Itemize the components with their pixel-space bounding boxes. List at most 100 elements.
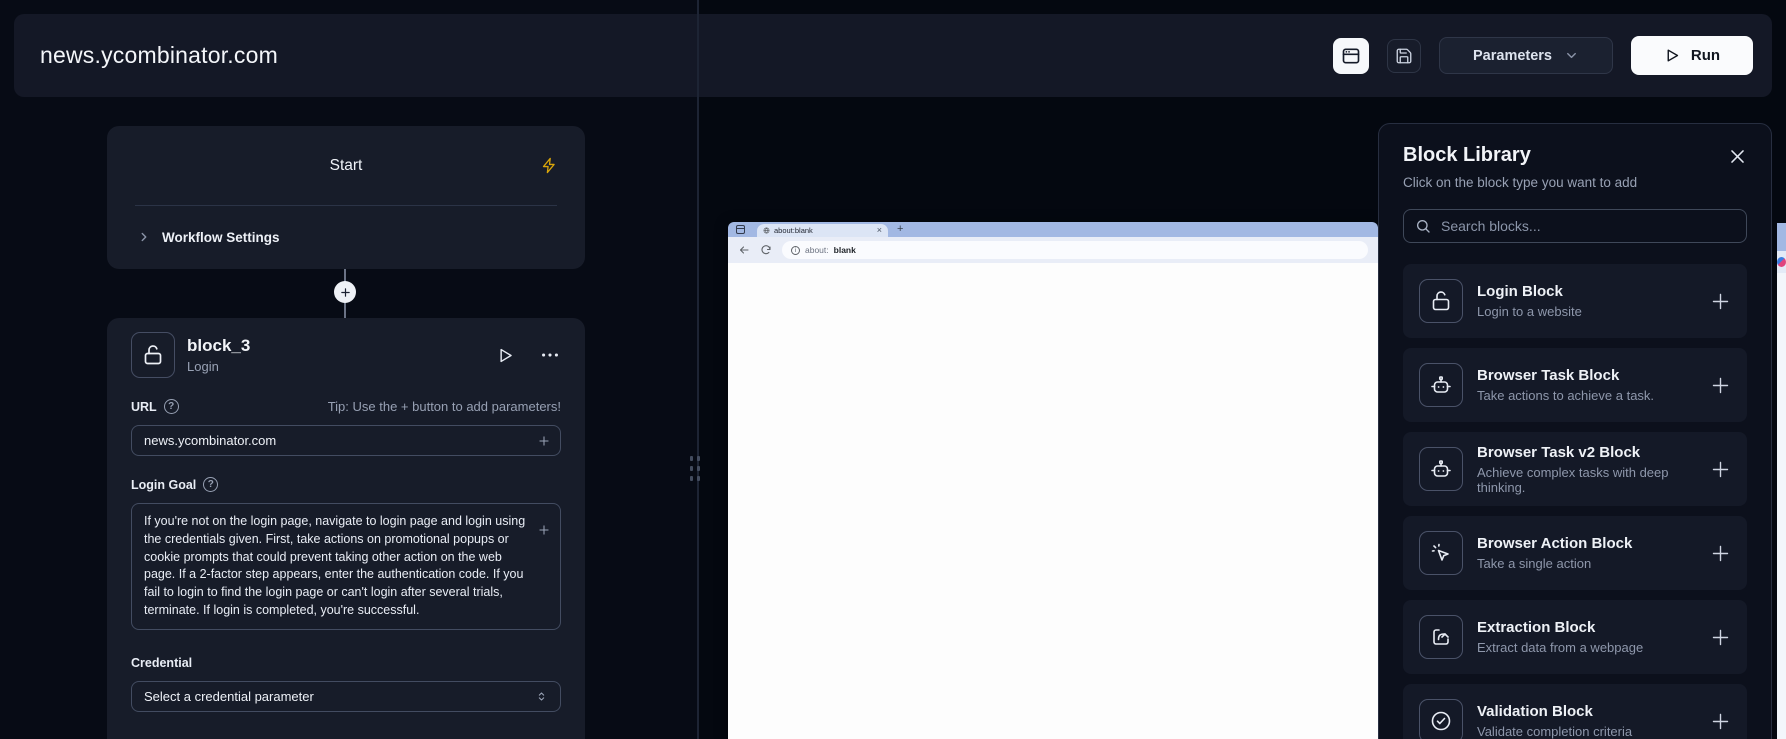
- run-block-button[interactable]: [496, 346, 515, 365]
- credential-select-value: Select a credential parameter: [144, 689, 314, 704]
- close-panel-button[interactable]: [1728, 144, 1747, 166]
- add-block-button[interactable]: [1710, 627, 1731, 648]
- library-item-description: Extract data from a webpage: [1477, 640, 1643, 655]
- library-item-browser-task-block[interactable]: Browser Task Block Take actions to achie…: [1403, 348, 1747, 422]
- block-type-label: Login: [187, 359, 250, 374]
- add-parameter-button[interactable]: [537, 523, 551, 537]
- back-icon: [738, 244, 750, 256]
- close-tab-icon: ×: [877, 226, 882, 235]
- login-goal-label: Login Goal: [131, 478, 196, 492]
- favicon-fragment: [1777, 251, 1786, 273]
- tab-title: about:blank: [774, 226, 873, 235]
- library-item-login-block[interactable]: Login Block Login to a website: [1403, 264, 1747, 338]
- search-icon: [1415, 218, 1431, 234]
- address-url-prefix: about:: [805, 245, 829, 255]
- robot-icon: [1419, 363, 1463, 407]
- start-node[interactable]: Start Workflow Settings: [107, 126, 585, 269]
- library-item-title: Extraction Block: [1477, 619, 1643, 636]
- goal-input-wrap: If you're not on the login page, navigat…: [131, 503, 561, 635]
- credential-select[interactable]: Select a credential parameter: [131, 681, 561, 712]
- add-block-connector-button[interactable]: [334, 281, 356, 303]
- add-block-button[interactable]: [1710, 459, 1731, 480]
- chevron-down-icon: [1564, 48, 1579, 63]
- start-node-title: Start: [330, 157, 363, 175]
- browser-preview[interactable]: about:blank × + i about: blank: [728, 222, 1378, 739]
- url-label: URL: [131, 400, 157, 414]
- run-button-label: Run: [1691, 47, 1720, 64]
- login-block-node[interactable]: block_3 Login URL ? Tip: Use the + butto…: [107, 318, 585, 739]
- library-item-browser-task-v2-block[interactable]: Browser Task v2 Block Achieve complex ta…: [1403, 432, 1747, 506]
- block-menu-button[interactable]: [539, 344, 561, 366]
- run-button[interactable]: Run: [1631, 36, 1753, 75]
- window-icon: [736, 225, 745, 234]
- credential-label-group: Credential: [131, 656, 192, 670]
- add-parameter-button[interactable]: [537, 434, 551, 448]
- chevron-right-icon: [137, 230, 151, 244]
- browser-tabstrip: about:blank × +: [728, 222, 1378, 237]
- library-item-validation-block[interactable]: Validation Block Validate completion cri…: [1403, 684, 1747, 739]
- goal-label-group: Login Goal ?: [131, 477, 218, 492]
- browser-view-button[interactable]: [1333, 38, 1369, 74]
- workflow-title: news.ycombinator.com: [40, 42, 278, 69]
- library-item-title: Browser Task v2 Block: [1477, 444, 1710, 461]
- workflow-settings-label: Workflow Settings: [162, 230, 280, 245]
- add-block-button[interactable]: [1710, 543, 1731, 564]
- address-url-host: blank: [834, 245, 856, 255]
- block-library-panel: Block Library Click on the block type yo…: [1378, 123, 1772, 739]
- workflow-editor: news.ycombinator.com Parameters: [0, 0, 1786, 739]
- chevrons-up-down-icon: [535, 690, 548, 703]
- add-block-button[interactable]: [1710, 711, 1731, 732]
- topbar-actions: Parameters Run: [1333, 36, 1753, 75]
- credential-label: Credential: [131, 656, 192, 670]
- address-bar: i about: blank: [782, 241, 1368, 259]
- help-icon[interactable]: ?: [164, 399, 179, 414]
- lock-open-icon: [1419, 279, 1463, 323]
- library-item-description: Achieve complex tasks with deep thinking…: [1477, 465, 1710, 495]
- block-library-list: Login Block Login to a website Browser T…: [1403, 264, 1747, 739]
- help-icon[interactable]: ?: [203, 477, 218, 492]
- app-window-icon: [1341, 46, 1361, 66]
- extract-icon: [1419, 615, 1463, 659]
- search-wrap: [1403, 209, 1747, 243]
- browser-toolbar: i about: blank: [728, 237, 1378, 263]
- library-item-title: Validation Block: [1477, 703, 1632, 720]
- secondary-browser-preview-sliver: [1777, 223, 1786, 739]
- zap-icon: [541, 157, 558, 174]
- add-block-button[interactable]: [1710, 291, 1731, 312]
- library-item-title: Browser Task Block: [1477, 367, 1654, 384]
- block-library-header: Block Library: [1403, 144, 1747, 167]
- library-item-description: Validate completion criteria: [1477, 724, 1632, 739]
- block-library-subtitle: Click on the block type you want to add: [1403, 175, 1747, 190]
- url-label-group: URL ?: [131, 399, 179, 414]
- lock-open-icon: [131, 332, 175, 378]
- search-blocks-input[interactable]: [1403, 209, 1747, 243]
- login-goal-textarea[interactable]: If you're not on the login page, navigat…: [131, 503, 561, 630]
- url-input[interactable]: [131, 425, 561, 456]
- workflow-settings-toggle[interactable]: Workflow Settings: [107, 206, 585, 268]
- robot-icon: [1419, 447, 1463, 491]
- check-circle-icon: [1419, 699, 1463, 739]
- browser-tab: about:blank ×: [757, 224, 888, 237]
- browser-page-blank: [728, 263, 1378, 739]
- library-item-extraction-block[interactable]: Extraction Block Extract data from a web…: [1403, 600, 1747, 674]
- parameters-button[interactable]: Parameters: [1439, 37, 1613, 74]
- url-field-row: URL ? Tip: Use the + button to add param…: [131, 399, 561, 414]
- url-input-wrap: [131, 425, 561, 456]
- parameters-tip: Tip: Use the + button to add parameters!: [328, 399, 561, 414]
- block-library-title: Block Library: [1403, 144, 1531, 167]
- block-name: block_3: [187, 336, 250, 356]
- library-item-description: Take a single action: [1477, 556, 1632, 571]
- pane-resize-handle[interactable]: [690, 456, 700, 481]
- add-block-button[interactable]: [1710, 375, 1731, 396]
- parameters-button-label: Parameters: [1473, 48, 1552, 64]
- library-item-browser-action-block[interactable]: Browser Action Block Take a single actio…: [1403, 516, 1747, 590]
- info-icon: i: [791, 246, 800, 255]
- library-item-title: Browser Action Block: [1477, 535, 1632, 552]
- pane-divider: [697, 0, 699, 739]
- library-item-description: Take actions to achieve a task.: [1477, 388, 1654, 403]
- cursor-click-icon: [1419, 531, 1463, 575]
- start-node-header: Start: [107, 126, 585, 205]
- goal-field-row: Login Goal ?: [131, 477, 561, 492]
- save-button[interactable]: [1387, 39, 1421, 73]
- save-icon: [1395, 47, 1413, 65]
